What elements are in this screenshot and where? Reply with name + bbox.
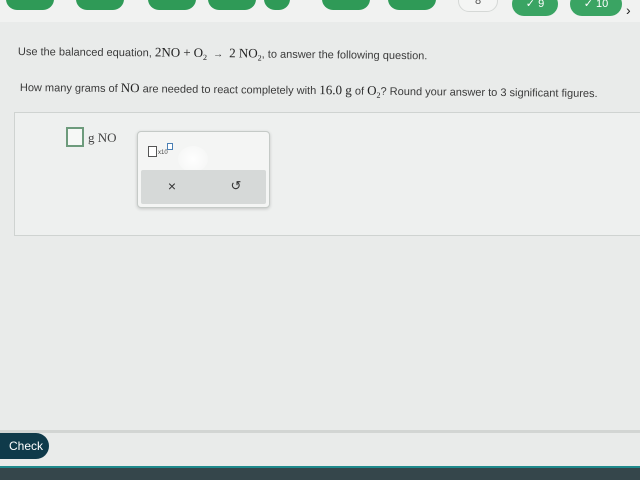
progress-step-label: 8 [474, 0, 482, 7]
check-icon: ✓ [583, 0, 593, 10]
check-icon: ✓ [525, 0, 536, 10]
progress-step[interactable] [388, 0, 436, 10]
answer-unit-label: g NO [88, 130, 117, 145]
equation-plus: + [183, 44, 191, 60]
progress-step-current[interactable]: 8 [458, 0, 498, 12]
equation-reactant-o2: O2 [193, 44, 208, 62]
progress-step-label: 10 [596, 0, 609, 10]
question-instruction: Use the balanced equation, 2NO + O2 → 2 … [18, 43, 428, 64]
progress-step[interactable] [208, 0, 256, 10]
progress-step-label: 9 [538, 0, 545, 10]
equation-product-no2: 2 NO2 [229, 45, 262, 63]
given-mass: 16.0 g [319, 82, 352, 98]
progress-step-completed[interactable]: ✓ 9 [512, 0, 558, 16]
progress-step[interactable] [322, 0, 370, 10]
screen-glare [178, 146, 208, 172]
given-species: O2 [367, 82, 381, 100]
progress-step[interactable] [76, 0, 124, 10]
exponent-box-icon [167, 143, 173, 150]
keypad-action-bar [141, 170, 266, 204]
instruction-text: Use the balanced equation, [17, 45, 152, 60]
question-prompt: How many grams of NO are needed to react… [19, 80, 598, 101]
progress-step[interactable] [148, 0, 196, 10]
target-species: NO [120, 80, 140, 96]
reaction-arrow-icon: → [213, 49, 224, 61]
mantissa-box-icon [148, 146, 157, 157]
instruction-text-end: , to answer the following question. [261, 48, 428, 63]
footer-bar [0, 468, 640, 480]
answer-input[interactable] [66, 127, 84, 147]
check-button[interactable]: Check [0, 433, 49, 459]
x10-label: x10 [158, 150, 168, 156]
clear-button[interactable]: × [163, 177, 181, 195]
progress-step-completed[interactable]: ✓ 10 [570, 0, 622, 16]
progress-step[interactable] [6, 0, 54, 10]
equation-reactant-no: 2NO [154, 44, 181, 60]
footer-divider [0, 430, 640, 433]
next-arrow-icon[interactable]: › [626, 0, 638, 20]
scientific-notation-button[interactable]: x10 [148, 143, 174, 159]
undo-button[interactable]: ↺ [227, 177, 245, 195]
